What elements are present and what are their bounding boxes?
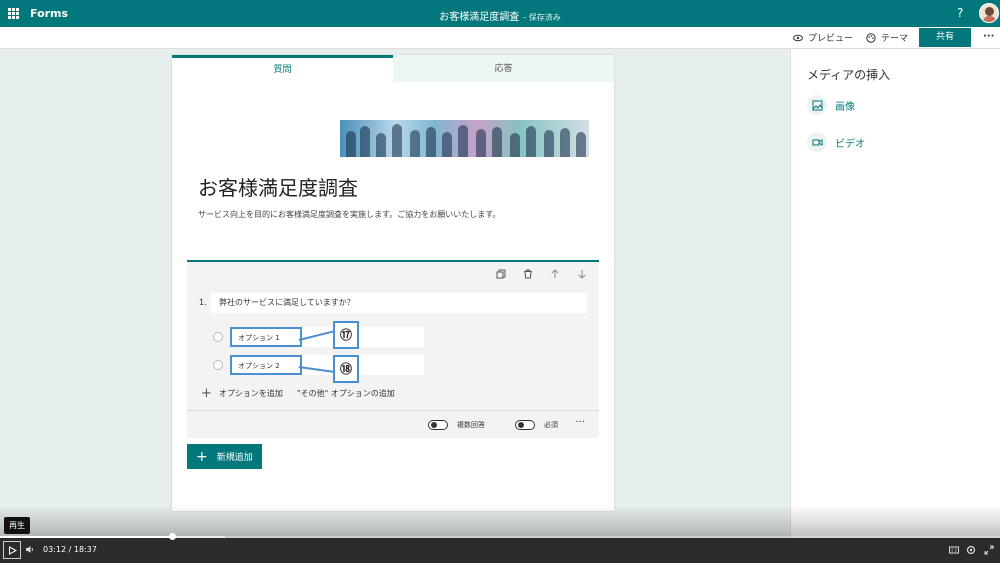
playback-time: 03:12 / 18:37 — [43, 545, 97, 554]
captions-icon[interactable] — [949, 545, 959, 555]
theme-button[interactable]: テーマ — [866, 31, 908, 44]
play-icon — [8, 545, 17, 555]
multiple-answers-toggle[interactable] — [428, 420, 448, 430]
multiple-answers-label: 複数回答 — [457, 421, 485, 429]
form-tabs: 質問 応答 — [172, 55, 614, 82]
insert-video-button[interactable]: ビデオ — [807, 132, 865, 152]
insert-image-button[interactable]: 画像 — [807, 95, 855, 115]
add-option-button[interactable]: オプションを追加 — [219, 388, 283, 399]
progress-handle[interactable] — [169, 533, 176, 540]
help-button[interactable]: ? — [957, 6, 963, 20]
image-icon — [807, 95, 827, 115]
callout-label: ⑱ — [333, 355, 359, 383]
document-title-text: お客様満足度調査 — [439, 12, 520, 23]
eye-icon — [793, 34, 803, 41]
insert-media-title: メディアの挿入 — [807, 68, 891, 82]
more-options-button[interactable]: ··· — [983, 31, 994, 42]
form-card: 質問 応答 お客様満足度調査 サービス向上を目的にお客様満足度調査を実施します。… — [172, 55, 614, 511]
option-radio — [213, 332, 223, 342]
preview-button[interactable]: プレビュー — [793, 31, 853, 44]
add-new-label: 新規追加 — [216, 453, 253, 463]
share-button[interactable]: 共有 — [919, 28, 971, 47]
insert-media-pane: メディアの挿入 画像 ビデオ — [790, 49, 1000, 538]
question-actions — [496, 269, 587, 279]
question-text-input[interactable]: 弊社のサービスに満足していますか？ — [211, 293, 587, 313]
question-card[interactable]: 1. 弊社のサービスに満足していますか？ オプション 1 ⑰ オプション 2 ⑱… — [187, 260, 599, 438]
add-option-row: + オプションを追加 "その他" オプションの追加 — [201, 386, 395, 401]
progress-fill — [0, 536, 172, 538]
required-label: 必須 — [544, 421, 558, 429]
question-footer: 複数回答 必須 ··· — [187, 410, 599, 438]
volume-icon[interactable] — [25, 545, 34, 554]
plus-icon: + — [196, 448, 208, 465]
option-2-highlight[interactable]: オプション 2 — [230, 355, 302, 375]
question-number: 1. — [199, 298, 207, 307]
form-description[interactable]: サービス向上を目的にお客様満足度調査を実施します。ご協力をお願いいたします。 — [198, 209, 500, 220]
form-title[interactable]: お客様満足度調査 — [198, 172, 358, 201]
tab-responses[interactable]: 応答 — [393, 55, 614, 82]
palette-icon — [866, 32, 876, 43]
video-player-bar — [0, 538, 1000, 563]
option-1-highlight[interactable]: オプション 1 — [230, 327, 302, 347]
plus-icon: + — [201, 386, 212, 401]
current-time: 03:12 — [43, 545, 67, 554]
move-down-icon[interactable] — [577, 269, 587, 279]
move-up-icon[interactable] — [550, 269, 560, 279]
add-new-button[interactable]: + 新規追加 — [187, 444, 262, 469]
preview-label: プレビュー — [808, 34, 854, 44]
save-status: - 保存済み — [523, 13, 561, 22]
settings-icon[interactable] — [966, 545, 976, 555]
play-button[interactable] — [3, 541, 21, 559]
player-shade — [0, 505, 1000, 538]
time-separator: / — [68, 545, 72, 554]
copy-icon[interactable] — [496, 269, 506, 279]
delete-icon[interactable] — [523, 269, 533, 279]
total-time: 18:37 — [73, 545, 97, 554]
insert-video-label: ビデオ — [835, 138, 865, 150]
document-title: お客様満足度調査 - 保存済み — [0, 8, 1000, 23]
insert-image-label: 画像 — [835, 101, 855, 113]
toolbar: プレビュー テーマ 共有 ··· — [0, 27, 1000, 49]
top-bar: Forms お客様満足度調査 - 保存済み ? — [0, 0, 1000, 27]
question-more-button[interactable]: ··· — [575, 417, 585, 428]
theme-banner-image — [340, 120, 589, 157]
video-icon — [807, 132, 827, 152]
theme-label: テーマ — [881, 34, 909, 44]
add-other-option-button[interactable]: "その他" オプションの追加 — [297, 388, 395, 399]
option-radio — [213, 360, 223, 370]
callout-label: ⑰ — [333, 321, 359, 349]
tab-questions[interactable]: 質問 — [172, 55, 393, 82]
avatar[interactable] — [979, 3, 999, 23]
fullscreen-icon[interactable] — [984, 545, 994, 555]
required-toggle[interactable] — [515, 420, 535, 430]
play-tooltip: 再生 — [4, 517, 30, 534]
